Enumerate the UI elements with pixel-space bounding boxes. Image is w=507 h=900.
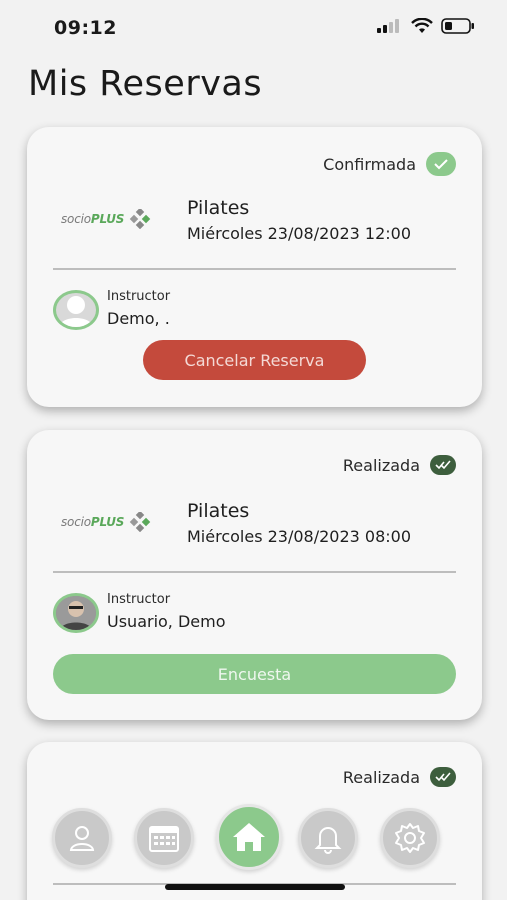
logo-brand: PLUS <box>90 212 125 226</box>
nav-home-button[interactable] <box>216 804 282 870</box>
class-name: Pilates <box>187 500 250 522</box>
page-title: Mis Reservas <box>28 64 263 104</box>
instructor-avatar <box>53 290 99 330</box>
gear-icon <box>395 823 425 853</box>
check-icon <box>426 152 456 176</box>
status-time: 09:12 <box>54 17 117 39</box>
double-check-icon <box>430 767 456 787</box>
reservation-status: Confirmada <box>323 152 456 176</box>
instructor-label: Instructor <box>107 592 171 607</box>
logo-prefix: socio <box>61 515 91 529</box>
status-label: Realizada <box>342 767 420 787</box>
wifi-icon <box>411 18 433 33</box>
reservation-card[interactable]: Realizada socioPLUS Pilates Miércoles 23… <box>27 430 482 720</box>
survey-button[interactable]: Encuesta <box>53 654 456 694</box>
instructor-label: Instructor <box>107 289 171 304</box>
user-icon <box>69 826 95 851</box>
nav-settings-button[interactable] <box>380 808 440 868</box>
status-label: Confirmada <box>323 154 416 174</box>
home-icon <box>233 823 265 851</box>
reservation-status: Realizada <box>343 767 456 787</box>
nav-calendar-button[interactable] <box>134 808 194 868</box>
logo-mark-icon <box>130 512 151 532</box>
logo-brand: PLUS <box>90 515 125 529</box>
signal-icon <box>377 19 399 33</box>
bell-icon <box>314 827 342 854</box>
nav-notifications-button[interactable] <box>298 808 358 868</box>
double-check-icon <box>430 455 456 475</box>
instructor-avatar <box>53 593 99 633</box>
calendar-icon <box>149 826 179 852</box>
logo-prefix: socio <box>61 212 91 226</box>
nav-profile-button[interactable] <box>52 808 112 868</box>
home-indicator <box>165 884 345 890</box>
socioplus-logo: socioPLUS <box>61 512 152 532</box>
reservation-card[interactable]: Confirmada socioPLUS Pilates Miércoles 2… <box>27 127 482 407</box>
logo-mark-icon <box>130 209 151 229</box>
socioplus-logo: socioPLUS <box>61 209 152 229</box>
status-icons <box>377 18 475 34</box>
battery-icon <box>441 18 474 34</box>
class-name: Pilates <box>187 197 250 219</box>
instructor-photo-icon <box>56 596 96 630</box>
instructor-name: Demo, . <box>107 309 170 328</box>
divider <box>53 571 456 573</box>
status-label: Realizada <box>342 455 420 475</box>
cancel-reservation-button[interactable]: Cancelar Reserva <box>143 340 366 380</box>
status-bar: 09:12 <box>0 0 507 56</box>
bottom-nav <box>52 804 452 870</box>
reservation-status: Realizada <box>343 455 456 475</box>
class-date: Miércoles 23/08/2023 08:00 <box>187 527 412 546</box>
class-date: Miércoles 23/08/2023 12:00 <box>187 224 412 243</box>
instructor-name: Usuario, Demo <box>107 612 226 631</box>
divider <box>53 268 456 270</box>
person-placeholder-icon <box>59 296 93 327</box>
